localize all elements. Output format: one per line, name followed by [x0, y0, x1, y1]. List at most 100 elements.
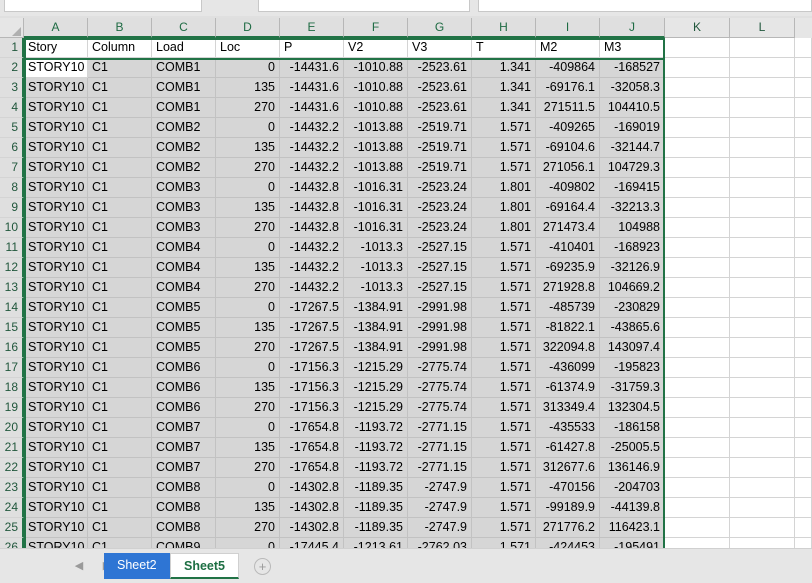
- cell-header-p[interactable]: P: [280, 38, 344, 58]
- table-cell[interactable]: -409864: [536, 58, 600, 78]
- empty-cell[interactable]: [795, 298, 812, 318]
- table-cell[interactable]: C1: [88, 478, 152, 498]
- row-header-7[interactable]: 7: [0, 158, 24, 178]
- empty-cell[interactable]: [795, 358, 812, 378]
- column-header-e[interactable]: E: [280, 18, 344, 38]
- table-cell[interactable]: 1.571: [472, 418, 536, 438]
- table-cell[interactable]: -14431.6: [280, 98, 344, 118]
- table-cell[interactable]: 104669.2: [600, 278, 665, 298]
- empty-cell[interactable]: [795, 418, 812, 438]
- empty-cell[interactable]: [795, 238, 812, 258]
- table-cell[interactable]: -2991.98: [408, 298, 472, 318]
- empty-cell[interactable]: [665, 318, 730, 338]
- table-cell[interactable]: C1: [88, 398, 152, 418]
- table-cell[interactable]: -1013.88: [344, 158, 408, 178]
- table-cell[interactable]: -2991.98: [408, 318, 472, 338]
- table-cell[interactable]: -69176.1: [536, 78, 600, 98]
- select-all-corner[interactable]: [0, 18, 24, 38]
- table-cell[interactable]: STORY10: [24, 218, 88, 238]
- cell-header-v2[interactable]: V2: [344, 38, 408, 58]
- empty-cell[interactable]: [730, 398, 795, 418]
- table-cell[interactable]: 1.571: [472, 158, 536, 178]
- table-cell[interactable]: -69235.9: [536, 258, 600, 278]
- table-cell[interactable]: 0: [216, 238, 280, 258]
- table-cell[interactable]: 312677.6: [536, 458, 600, 478]
- table-cell[interactable]: 0: [216, 118, 280, 138]
- column-header-a[interactable]: A: [24, 18, 88, 38]
- cell-header-column[interactable]: Column: [88, 38, 152, 58]
- table-cell[interactable]: COMB2: [152, 158, 216, 178]
- table-cell[interactable]: -2775.74: [408, 398, 472, 418]
- table-cell[interactable]: -485739: [536, 298, 600, 318]
- empty-cell[interactable]: [730, 518, 795, 538]
- table-cell[interactable]: -1384.91: [344, 318, 408, 338]
- empty-cell[interactable]: [795, 98, 812, 118]
- table-cell[interactable]: 135: [216, 318, 280, 338]
- table-cell[interactable]: C1: [88, 318, 152, 338]
- table-cell[interactable]: -1013.3: [344, 278, 408, 298]
- table-cell[interactable]: -2747.9: [408, 498, 472, 518]
- table-cell[interactable]: -17267.5: [280, 318, 344, 338]
- table-cell[interactable]: COMB6: [152, 398, 216, 418]
- table-cell[interactable]: 1.341: [472, 58, 536, 78]
- table-cell[interactable]: COMB6: [152, 358, 216, 378]
- empty-cell[interactable]: [730, 78, 795, 98]
- column-header-f[interactable]: F: [344, 18, 408, 38]
- empty-cell[interactable]: [665, 478, 730, 498]
- table-cell[interactable]: -2747.9: [408, 478, 472, 498]
- table-cell[interactable]: -1384.91: [344, 338, 408, 358]
- table-cell[interactable]: -14431.6: [280, 78, 344, 98]
- cell-header-story[interactable]: Story: [24, 38, 88, 58]
- table-cell[interactable]: -14432.2: [280, 258, 344, 278]
- table-cell[interactable]: -2771.15: [408, 418, 472, 438]
- empty-cell[interactable]: [665, 378, 730, 398]
- table-cell[interactable]: -168923: [600, 238, 665, 258]
- table-cell[interactable]: 0: [216, 418, 280, 438]
- table-cell[interactable]: COMB4: [152, 278, 216, 298]
- table-cell[interactable]: 1.341: [472, 78, 536, 98]
- table-cell[interactable]: COMB1: [152, 98, 216, 118]
- table-cell[interactable]: -1189.35: [344, 518, 408, 538]
- table-cell[interactable]: 135: [216, 438, 280, 458]
- table-cell[interactable]: STORY10: [24, 298, 88, 318]
- table-cell[interactable]: -1016.31: [344, 198, 408, 218]
- table-cell[interactable]: -14432.2: [280, 158, 344, 178]
- table-cell[interactable]: -69104.6: [536, 138, 600, 158]
- table-cell[interactable]: C1: [88, 358, 152, 378]
- table-cell[interactable]: STORY10: [24, 398, 88, 418]
- empty-cell[interactable]: [665, 358, 730, 378]
- empty-cell[interactable]: [795, 38, 812, 58]
- table-cell[interactable]: C1: [88, 198, 152, 218]
- empty-cell[interactable]: [795, 78, 812, 98]
- empty-cell[interactable]: [730, 198, 795, 218]
- table-cell[interactable]: COMB2: [152, 118, 216, 138]
- empty-cell[interactable]: [665, 78, 730, 98]
- table-cell[interactable]: STORY10: [24, 238, 88, 258]
- row-header-19[interactable]: 19: [0, 398, 24, 418]
- empty-cell[interactable]: [730, 318, 795, 338]
- table-cell[interactable]: COMB5: [152, 318, 216, 338]
- table-cell[interactable]: -1215.29: [344, 358, 408, 378]
- table-cell[interactable]: -1189.35: [344, 478, 408, 498]
- function-wizard-box[interactable]: [258, 0, 470, 12]
- table-cell[interactable]: 271473.4: [536, 218, 600, 238]
- row-header-4[interactable]: 4: [0, 98, 24, 118]
- table-cell[interactable]: -2523.61: [408, 58, 472, 78]
- table-cell[interactable]: COMB1: [152, 78, 216, 98]
- name-box[interactable]: [4, 0, 202, 12]
- column-header-i[interactable]: I: [536, 18, 600, 38]
- table-cell[interactable]: 1.571: [472, 278, 536, 298]
- worksheet-grid[interactable]: ABCDEFGHIJKL 1 2 3 4 5 6 7 8 9 10 11 12 13 14 15 16 17 18…: [0, 18, 812, 558]
- row-header-21[interactable]: 21: [0, 438, 24, 458]
- table-cell[interactable]: -2747.9: [408, 518, 472, 538]
- table-cell[interactable]: -435533: [536, 418, 600, 438]
- table-cell[interactable]: -1013.3: [344, 258, 408, 278]
- table-cell[interactable]: -44139.8: [600, 498, 665, 518]
- table-cell[interactable]: -1013.3: [344, 238, 408, 258]
- column-header-k[interactable]: K: [665, 18, 730, 38]
- empty-cell[interactable]: [665, 118, 730, 138]
- empty-cell[interactable]: [795, 278, 812, 298]
- row-header-17[interactable]: 17: [0, 358, 24, 378]
- empty-cell[interactable]: [665, 518, 730, 538]
- empty-cell[interactable]: [665, 178, 730, 198]
